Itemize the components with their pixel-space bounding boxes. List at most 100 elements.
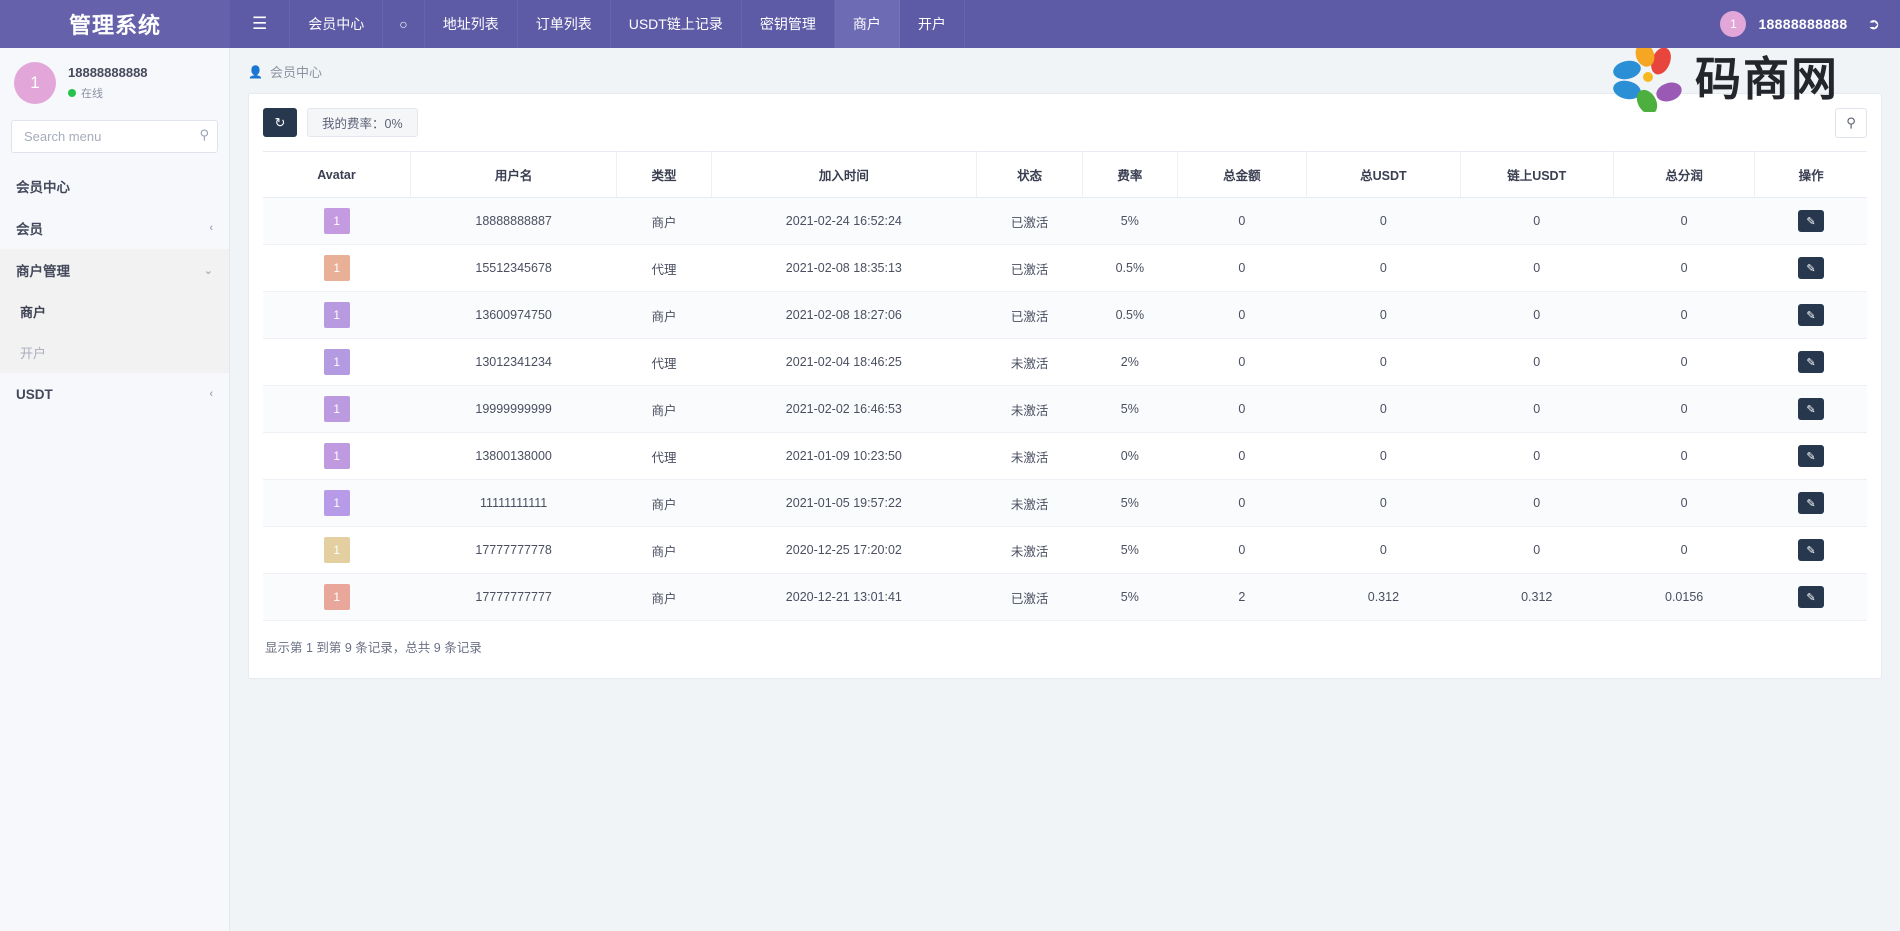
cell-state: 未激活 — [977, 339, 1083, 386]
app-brand[interactable]: 管理系统 — [0, 0, 230, 48]
column-header-total-amount: 总金额 — [1177, 152, 1307, 198]
cell-operation: ✎ — [1755, 386, 1867, 433]
cell-avatar: 1 — [263, 339, 410, 386]
table-row: 117777777778商户2020-12-25 17:20:02未激活5%00… — [263, 527, 1867, 574]
cell-total-usdt: 0 — [1307, 339, 1460, 386]
cell-chain-usdt: 0 — [1460, 527, 1613, 574]
cell-total-amount: 0 — [1177, 292, 1307, 339]
table-search-button[interactable]: ⚲ — [1835, 108, 1867, 138]
column-header-chain-usdt: 链上USDT — [1460, 152, 1613, 198]
nav-item-address-list[interactable]: 地址列表 — [425, 0, 518, 48]
cell-rate: 0% — [1083, 433, 1177, 480]
cell-avatar: 1 — [263, 574, 410, 621]
table-row: 113800138000代理2021-01-09 10:23:50未激活0%00… — [263, 433, 1867, 480]
table-row: 111111111111商户2021-01-05 19:57:22未激活5%00… — [263, 480, 1867, 527]
navbar-menu: ☰ 会员中心 ○ 地址列表 订单列表 USDT链上记录 密钥管理 商户 开户 — [230, 0, 1720, 48]
cell-username: 17777777778 — [410, 527, 616, 574]
pencil-icon[interactable]: ✎ — [1798, 539, 1824, 561]
table-row: 117777777777商户2020-12-21 13:01:41已激活5%20… — [263, 574, 1867, 621]
cell-operation: ✎ — [1755, 292, 1867, 339]
cell-total-amount: 0 — [1177, 480, 1307, 527]
cell-total-usdt: 0 — [1307, 480, 1460, 527]
pencil-icon[interactable]: ✎ — [1798, 257, 1824, 279]
breadcrumb-label[interactable]: 会员中心 — [270, 62, 322, 81]
column-header-join-time: 加入时间 — [711, 152, 976, 198]
search-icon[interactable]: ⚲ — [199, 127, 209, 143]
cell-total-usdt: 0 — [1307, 245, 1460, 292]
cell-total-amount: 2 — [1177, 574, 1307, 621]
cell-chain-usdt: 0 — [1460, 245, 1613, 292]
table-toolbar: ↻ 我的费率：0% — [263, 108, 1867, 137]
cell-username: 17777777777 — [410, 574, 616, 621]
nav-item-member-center[interactable]: 会员中心 — [290, 0, 383, 48]
pencil-icon[interactable]: ✎ — [1798, 351, 1824, 373]
avatar: 1 — [324, 584, 350, 610]
cell-state: 已激活 — [977, 198, 1083, 245]
column-header-total-profit: 总分润 — [1613, 152, 1755, 198]
nav-item-key-management[interactable]: 密钥管理 — [742, 0, 835, 48]
nav-item-order-list[interactable]: 订单列表 — [518, 0, 611, 48]
sidebar-username: 18888888888 — [68, 65, 148, 80]
sidebar-item-usdt[interactable]: USDT ‹ — [0, 373, 229, 415]
pencil-icon[interactable]: ✎ — [1798, 492, 1824, 514]
pencil-icon[interactable]: ✎ — [1798, 586, 1824, 608]
status-badge: 在线 — [68, 85, 148, 101]
cell-type: 代理 — [617, 245, 711, 292]
sidebar-menu: 会员中心 会员 ‹ 商户管理 ⌄ 商户 开户 USDT ‹ — [0, 163, 229, 415]
cell-type: 商户 — [617, 198, 711, 245]
cell-operation: ✎ — [1755, 480, 1867, 527]
online-dot-icon — [68, 89, 76, 97]
sidebar-item-open-account[interactable]: 开户 — [0, 332, 229, 373]
cell-rate: 5% — [1083, 386, 1177, 433]
cell-avatar: 1 — [263, 386, 410, 433]
sidebar-user-block: 1 18888888888 在线 — [0, 48, 229, 120]
cell-rate: 0.5% — [1083, 292, 1177, 339]
avatar: 1 — [324, 537, 350, 563]
chevron-left-icon: ‹ — [209, 388, 213, 400]
sidebar-item-merchant[interactable]: 商户 — [0, 291, 229, 332]
sidebar-item-member[interactable]: 会员 ‹ — [0, 207, 229, 249]
cell-state: 未激活 — [977, 386, 1083, 433]
nav-item-usdt-chain-records[interactable]: USDT链上记录 — [611, 0, 742, 48]
cell-total-profit: 0 — [1613, 480, 1755, 527]
cell-username: 11111111111 — [410, 480, 616, 527]
nav-item-open-account[interactable]: 开户 — [900, 0, 965, 48]
cell-join-time: 2021-02-08 18:35:13 — [711, 245, 976, 292]
navbar-username[interactable]: 18888888888 — [1758, 16, 1847, 32]
logout-icon[interactable]: ➲ — [1859, 15, 1884, 33]
sidebar-item-merchant-management[interactable]: 商户管理 ⌄ — [0, 249, 229, 291]
sidebar-item-label: 会员 — [16, 218, 43, 238]
hamburger-icon[interactable]: ☰ — [230, 0, 290, 48]
cell-join-time: 2021-02-24 16:52:24 — [711, 198, 976, 245]
cell-total-profit: 0 — [1613, 198, 1755, 245]
cell-join-time: 2021-02-02 16:46:53 — [711, 386, 976, 433]
cell-rate: 5% — [1083, 527, 1177, 574]
cell-total-amount: 0 — [1177, 339, 1307, 386]
pencil-icon[interactable]: ✎ — [1798, 445, 1824, 467]
cell-operation: ✎ — [1755, 245, 1867, 292]
pencil-icon[interactable]: ✎ — [1798, 304, 1824, 326]
cell-avatar: 1 — [263, 433, 410, 480]
cell-operation: ✎ — [1755, 433, 1867, 480]
cell-operation: ✎ — [1755, 574, 1867, 621]
chevron-down-icon: ⌄ — [204, 264, 213, 277]
cell-total-usdt: 0 — [1307, 198, 1460, 245]
table-head: Avatar 用户名 类型 加入时间 状态 费率 总金额 总USDT 链上USD… — [263, 152, 1867, 198]
column-header-total-usdt: 总USDT — [1307, 152, 1460, 198]
cell-type: 代理 — [617, 433, 711, 480]
table-row: 113600974750商户2021-02-08 18:27:06已激活0.5%… — [263, 292, 1867, 339]
sidebar-item-label: 商户管理 — [16, 260, 70, 280]
pencil-icon[interactable]: ✎ — [1798, 398, 1824, 420]
refresh-button[interactable]: ↻ — [263, 108, 297, 137]
pencil-icon[interactable]: ✎ — [1798, 210, 1824, 232]
avatar[interactable]: 1 — [14, 62, 56, 104]
avatar[interactable]: 1 — [1720, 11, 1746, 37]
table-row: 115512345678代理2021-02-08 18:35:13已激活0.5%… — [263, 245, 1867, 292]
search-input[interactable] — [11, 120, 218, 153]
cell-total-usdt: 0 — [1307, 527, 1460, 574]
nav-item-circle-icon[interactable]: ○ — [383, 0, 424, 48]
sidebar-item-label: 会员中心 — [16, 176, 70, 196]
nav-item-merchant[interactable]: 商户 — [835, 0, 900, 48]
avatar: 1 — [324, 490, 350, 516]
sidebar-item-member-center[interactable]: 会员中心 — [0, 165, 229, 207]
